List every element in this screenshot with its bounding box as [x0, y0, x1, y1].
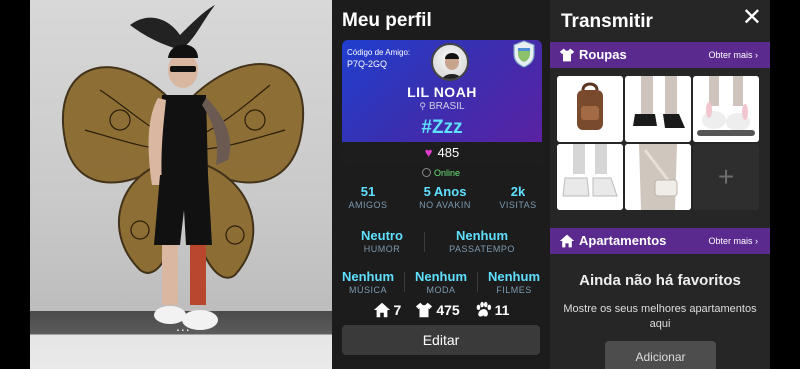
clock-icon	[421, 168, 431, 177]
outfit-tile-crossbody-bag[interactable]	[625, 144, 691, 210]
stat-movies[interactable]: Nenhum FILMES	[482, 269, 546, 295]
stat-value: Neutro	[361, 228, 403, 243]
outfits-label: Roupas	[579, 47, 627, 62]
avatar-viewport[interactable]: ...	[30, 0, 332, 369]
stat-value: 2k	[510, 184, 526, 199]
location-pin-icon: ⚲	[419, 101, 426, 111]
profile-title: Meu perfil	[342, 10, 432, 31]
pets-count[interactable]: 11	[474, 301, 510, 319]
stat-value: Nenhum	[488, 269, 540, 284]
apartments-get-more-link[interactable]: Obter mais ›	[708, 236, 758, 246]
loves-bar[interactable]: ♥ 485	[342, 142, 542, 164]
stat-fashion[interactable]: Nenhum MODA	[409, 269, 473, 295]
stat-visits: 2k VISITAS	[490, 184, 546, 210]
stat-value: 5 Anos	[423, 184, 467, 199]
close-icon[interactable]: ✕	[742, 6, 762, 30]
empty-favorites-title: Ainda não há favoritos	[579, 272, 741, 289]
stat-label: PASSATEMPO	[449, 244, 515, 254]
avatar[interactable]	[431, 43, 469, 81]
stat-value: Nenhum	[342, 269, 394, 284]
divider	[424, 232, 425, 252]
outfits-count[interactable]: 475	[415, 301, 460, 319]
stat-years: 5 Anos NO AVAKIN	[410, 184, 480, 210]
apartments-get-more-label: Obter mais	[708, 236, 753, 246]
apartments-section-header: Apartamentos Obter mais ›	[550, 228, 770, 254]
profile-country: ⚲ BRASIL	[342, 101, 542, 112]
add-button[interactable]: Adicionar	[605, 341, 716, 369]
stat-label: AMIGOS	[348, 200, 388, 210]
viewport-menu-dots[interactable]: ...	[176, 318, 191, 334]
add-outfit-tile[interactable]: +	[693, 144, 759, 210]
house-icon	[373, 302, 390, 318]
outfit-tile-bunny-slippers[interactable]	[693, 76, 759, 142]
stat-value: Nenhum	[456, 228, 508, 243]
stat-hobby[interactable]: Nenhum PASSATEMPO	[442, 228, 522, 254]
outfits-get-more-label: Obter mais	[708, 50, 753, 60]
ownership-counts: 7 475 11	[332, 298, 550, 322]
stat-music[interactable]: Nenhum MÚSICA	[336, 269, 400, 295]
shirt-icon	[416, 302, 433, 318]
outfits-grid: +	[557, 76, 763, 210]
homes-count[interactable]: 7	[373, 301, 402, 319]
stat-mood[interactable]: Neutro HUMOR	[342, 228, 422, 254]
avatar-figure	[62, 5, 305, 330]
stat-label: VISITAS	[499, 200, 537, 210]
outfits-get-more-link[interactable]: Obter mais ›	[708, 50, 758, 60]
stat-label: NO AVAKIN	[419, 200, 471, 210]
outfits-section-header: Roupas Obter mais ›	[550, 42, 770, 68]
pets-count-value: 11	[494, 302, 510, 318]
stat-label: HUMOR	[363, 244, 401, 254]
stat-label: MÚSICA	[348, 285, 387, 295]
outfit-tile-backpack[interactable]	[557, 76, 623, 142]
paw-icon	[476, 301, 491, 317]
edit-button[interactable]: Editar	[342, 325, 540, 355]
country-label: BRASIL	[429, 101, 465, 112]
transmit-panel: Transmitir ✕ Roupas Obter mais › + Apart…	[550, 0, 770, 369]
homes-count-value: 7	[393, 302, 402, 318]
stat-value: Nenhum	[415, 269, 467, 284]
online-status: Online	[332, 168, 550, 178]
loves-count: 485	[437, 145, 460, 160]
online-label: Online	[433, 168, 460, 178]
profile-status-text: #Zzz	[421, 117, 463, 138]
divider	[477, 272, 478, 292]
heart-icon: ♥	[424, 145, 433, 160]
shirt-icon	[559, 48, 575, 62]
outfits-count-value: 475	[436, 302, 460, 318]
house-icon	[559, 234, 575, 248]
transmit-title: Transmitir	[561, 11, 653, 32]
outfit-tile-sneakers-white[interactable]	[557, 144, 623, 210]
profile-card[interactable]: Código de Amigo: P7Q-2GQ LIL NOAH ⚲ BRASI…	[342, 40, 542, 164]
stat-label: FILMES	[496, 285, 532, 295]
apartments-label: Apartamentos	[579, 233, 667, 248]
stat-label: MODA	[426, 285, 456, 295]
friend-code-label: Código de Amigo:	[347, 48, 411, 57]
friend-code[interactable]: P7Q-2GQ	[347, 59, 387, 69]
outfit-tile-shoes-black[interactable]	[625, 76, 691, 142]
profile-name: LIL NOAH	[407, 84, 477, 100]
divider	[404, 272, 405, 292]
stat-value: 51	[360, 184, 376, 199]
shield-badge-icon[interactable]	[512, 40, 536, 68]
empty-favorites-subtitle: Mostre os seus melhores apartamentos aqu…	[563, 303, 757, 330]
profile-panel: Meu perfil Código de Amigo: P7Q-2GQ LIL …	[332, 0, 550, 369]
stat-friends[interactable]: 51 AMIGOS	[340, 184, 396, 210]
